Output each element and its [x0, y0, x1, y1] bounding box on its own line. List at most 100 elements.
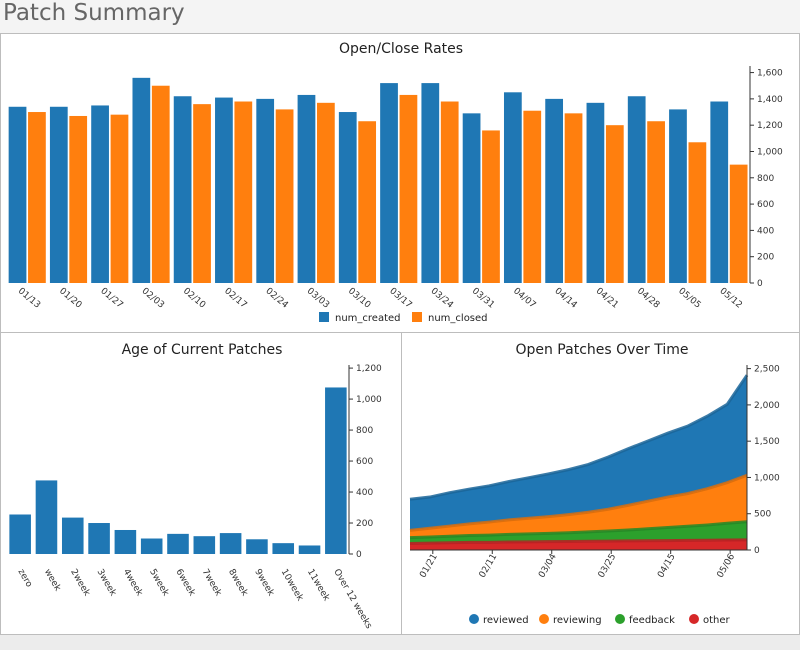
x-tick-label: 3week — [94, 568, 118, 599]
x-tick-label: 04/14 — [552, 286, 579, 311]
bar-3week — [88, 523, 110, 554]
bar-num_closed — [440, 101, 459, 283]
age-y-tick-label: 400 — [356, 488, 373, 498]
open-close-rates-chart: Open/Close Rates 01/13 01/20 01/27 02/03 02/1… — [8, 41, 783, 324]
open-time-y-tick-label: 1,000 — [754, 473, 780, 483]
bar-num_created — [627, 96, 646, 283]
x-tick-label: zero — [16, 568, 35, 590]
chart-title: Age of Current Patches — [122, 342, 283, 358]
age-of-patches-panel: Age of Current Patches zero week 2week 3week… — [0, 332, 402, 635]
open-time-y-tick-label: 2,000 — [754, 401, 780, 411]
open-time-y-tick-label: 1,500 — [754, 437, 780, 447]
legend-swatch-other — [689, 614, 699, 624]
legend-label: reviewed — [483, 615, 529, 626]
bar-4week — [114, 529, 137, 554]
age-y-tick-label: 600 — [356, 457, 373, 467]
legend-label: reviewing — [553, 615, 602, 626]
x-tick-label: 03/24 — [429, 286, 456, 311]
open-close-rates-panel: Open/Close Rates 01/13 01/20 01/27 02/03 02/1… — [0, 33, 800, 333]
x-tick-label: 9week — [252, 568, 276, 599]
bar-num_closed — [275, 109, 294, 284]
bar-num_created — [132, 77, 151, 283]
bar-num_created — [421, 83, 440, 283]
age-y-tick-label: 1,000 — [356, 395, 382, 405]
x-tick-label: 04/21 — [594, 286, 620, 310]
bar-num_closed — [316, 102, 335, 283]
x-tick-label: 11week — [305, 568, 332, 604]
bar-num_created — [710, 101, 729, 283]
bar-5week — [140, 538, 163, 554]
bar-num_closed — [647, 121, 665, 284]
bar-num_created — [338, 112, 357, 283]
age-of-patches-chart: Age of Current Patches zero week 2week 3week… — [9, 342, 382, 631]
bar-num_closed — [193, 104, 211, 283]
bar-num_created — [669, 109, 687, 284]
open-close-y-tick-label: 1,000 — [757, 147, 783, 157]
legend-label: other — [703, 615, 731, 626]
bar-zero — [9, 514, 31, 554]
bar-num_created — [462, 113, 481, 283]
x-tick-label: Over 12 weeks — [331, 568, 373, 631]
bar-11week — [298, 545, 321, 554]
footer-strip — [0, 635, 800, 650]
x-tick-label: 03/10 — [346, 286, 373, 311]
bar-num_closed — [399, 94, 418, 283]
legend-swatch-num_closed — [412, 312, 422, 322]
x-tick-label: 01/21 — [418, 552, 440, 579]
bar-10week — [272, 543, 295, 554]
bar-num_closed — [523, 110, 542, 283]
bar-num_created — [8, 106, 27, 283]
x-tick-label: 03/04 — [537, 552, 559, 580]
open-close-y-tick-label: 400 — [757, 226, 774, 236]
x-tick-label: 01/13 — [16, 286, 42, 310]
bar-num_created — [49, 106, 68, 283]
bar-num_created — [173, 96, 192, 283]
x-tick-label: 02/11 — [478, 552, 500, 579]
open-close-y-tick-label: 1,400 — [757, 95, 783, 105]
chart-title: Open/Close Rates — [339, 41, 463, 57]
x-tick-label: 10week — [279, 568, 306, 604]
x-tick-label: 4week — [121, 568, 145, 599]
x-tick-label: 03/31 — [470, 286, 496, 310]
age-y-tick-label: 800 — [356, 426, 373, 436]
x-tick-label: 8week — [226, 568, 250, 599]
bar-num_closed — [564, 113, 583, 283]
x-tick-label: 05/12 — [717, 286, 743, 310]
open-close-y-tick-label: 0 — [757, 279, 763, 289]
bar-num_created — [91, 105, 109, 283]
age-y-tick-label: 0 — [356, 550, 362, 560]
x-tick-label: 01/27 — [98, 286, 124, 310]
bar-9week — [246, 539, 268, 554]
x-tick-label: 03/17 — [387, 286, 413, 310]
x-tick-label: 04/07 — [511, 286, 537, 310]
bar-num_closed — [151, 85, 170, 284]
bar-num_created — [215, 97, 233, 284]
bar-num_closed — [110, 114, 129, 283]
bar-week — [35, 480, 58, 554]
x-tick-label: 05/06 — [716, 552, 738, 580]
x-tick-label: 02/17 — [222, 286, 248, 310]
legend-label: num_closed — [428, 313, 488, 324]
legend-swatch-reviewed — [469, 614, 479, 624]
bar-num_closed — [729, 164, 748, 283]
x-tick-label: week — [42, 568, 63, 594]
bar-num_created — [545, 98, 564, 283]
bar-num_closed — [234, 101, 253, 283]
x-tick-label: 04/28 — [635, 286, 662, 311]
x-tick-label: 6week — [173, 568, 197, 599]
chart-title: Open Patches Over Time — [515, 342, 688, 358]
legend-label: num_created — [335, 313, 401, 324]
bar-2week — [61, 517, 84, 554]
x-tick-label: 02/03 — [140, 286, 166, 310]
open-close-y-tick-label: 600 — [757, 200, 774, 210]
x-tick-label: 03/03 — [305, 286, 331, 310]
x-tick-label: 2week — [68, 568, 92, 599]
open-patches-over-time-chart: Open Patches Over Time 01/21 02/11 03/04 03/… — [409, 342, 780, 626]
bar-7week — [193, 536, 216, 554]
x-tick-label: 02/10 — [181, 286, 208, 311]
age-y-tick-label: 1,200 — [356, 364, 382, 374]
x-tick-label: 05/05 — [676, 286, 702, 310]
x-tick-label: 7week — [200, 568, 224, 599]
open-time-y-tick-label: 500 — [754, 510, 771, 520]
open-close-y-tick-label: 200 — [757, 253, 774, 263]
